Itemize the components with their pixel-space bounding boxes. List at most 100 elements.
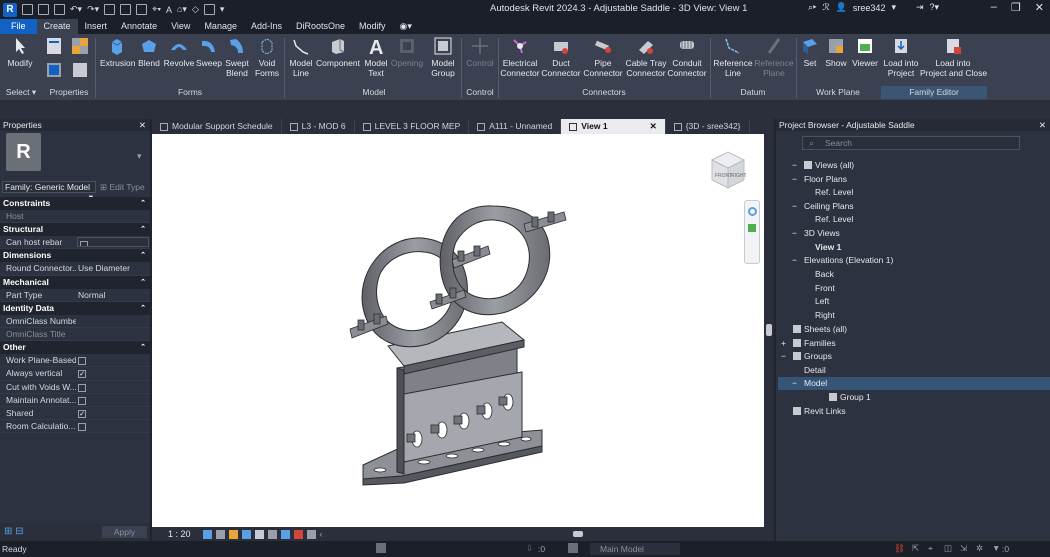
view-tab[interactable]: {3D - sree342}	[666, 119, 750, 134]
visibility-icon[interactable]: ◇	[192, 4, 199, 15]
connect-icon[interactable]: ℛ	[823, 2, 830, 13]
checkbox[interactable]	[78, 396, 86, 405]
property-section[interactable]: Dimensions ⌃	[0, 249, 150, 263]
property-value[interactable]: Normal	[78, 290, 105, 300]
property-row[interactable]: Maintain Annotat...	[0, 394, 150, 407]
property-row[interactable]: Host	[0, 210, 150, 224]
checkbox[interactable]	[78, 357, 86, 366]
filter-icon[interactable]: ▼	[992, 543, 1000, 553]
design-options-icon[interactable]: ⇩	[526, 543, 533, 554]
view-scale[interactable]: 1 : 20	[168, 529, 191, 539]
background-process-icon[interactable]: ✲	[976, 543, 983, 554]
browser-tree-item[interactable]: Left	[815, 295, 829, 308]
close-icon[interactable]: ✕	[1039, 119, 1046, 131]
close-icon[interactable]: ✕	[139, 119, 146, 131]
shadows-icon[interactable]	[241, 529, 251, 539]
face-select-icon[interactable]: ◫	[944, 543, 952, 554]
sun-path-icon[interactable]	[228, 529, 238, 539]
search-icon[interactable]: ⌕▸	[808, 2, 817, 13]
swept-blend-button[interactable]: Swept Blend	[223, 36, 251, 78]
browser-tree-item[interactable]: Ref. Level	[815, 213, 853, 226]
expand-icon[interactable]: +	[781, 337, 786, 350]
collapse-icon[interactable]: −	[781, 350, 786, 363]
conduit-connector-button[interactable]: Conduit Connector	[667, 36, 707, 78]
worksharing-icon[interactable]	[376, 543, 386, 553]
collapse-icon[interactable]: −	[792, 173, 797, 186]
pinned-select-icon[interactable]: ⌖	[928, 543, 933, 554]
browser-tree-item[interactable]: Elevations (Elevation 1)	[804, 254, 893, 267]
property-row[interactable]: Room Calculatio...	[0, 420, 150, 434]
browser-tree-item[interactable]: Groups	[793, 350, 832, 363]
browser-tree-item[interactable]: Revit Links	[793, 405, 846, 418]
type-selector-image[interactable]: R	[6, 133, 41, 171]
maximize-icon[interactable]: ❐	[1011, 1, 1021, 14]
horizontal-scroll-thumb[interactable]	[572, 531, 583, 537]
redo-icon[interactable]: ↷▾	[87, 4, 99, 15]
switch-window-icon[interactable]	[203, 4, 215, 15]
collapse-icon[interactable]: −	[792, 377, 797, 390]
tab-file[interactable]: File	[0, 19, 37, 34]
underlay-select-icon[interactable]: ⇱	[912, 543, 919, 554]
view-tab[interactable]: View 1 ✕	[561, 119, 666, 134]
duct-connector-button[interactable]: Duct Connector	[541, 36, 581, 78]
tag-icon[interactable]: ⌖▾	[152, 4, 161, 15]
align-icon[interactable]	[136, 4, 148, 15]
tab-annotate[interactable]: Annotate	[114, 19, 164, 34]
cart-icon[interactable]: ⇥	[916, 2, 924, 13]
customize-icon[interactable]: ▾	[220, 4, 225, 15]
user-dropdown-icon[interactable]: ▾	[891, 2, 896, 13]
property-section[interactable]: Structural ⌃	[0, 223, 150, 237]
browser-tree-item[interactable]: Views (all)	[804, 159, 854, 172]
home-icon[interactable]: ⌂▾	[177, 4, 187, 15]
browser-tree-item[interactable]: Ref. Level	[815, 186, 853, 199]
property-row[interactable]: Always vertical ✓	[0, 367, 150, 381]
browser-tree-item[interactable]: Model	[804, 377, 827, 390]
family-types-button[interactable]	[68, 36, 92, 58]
show-crop-icon[interactable]	[267, 529, 277, 539]
browser-tree-item[interactable]: Front	[815, 282, 835, 295]
temporary-hide-icon[interactable]	[280, 529, 290, 539]
browser-tree-item[interactable]: Floor Plans	[804, 173, 847, 186]
property-section[interactable]: Constraints ⌃	[0, 197, 150, 210]
view-tab[interactable]: Modular Support Schedule	[152, 119, 282, 134]
link-select-icon[interactable]: ⛓	[894, 543, 905, 554]
void-forms-button[interactable]: Void Forms	[253, 36, 281, 78]
revolve-button[interactable]: Revolve	[163, 36, 195, 68]
property-section[interactable]: Identity Data ⌃	[0, 301, 150, 315]
browser-tree-item[interactable]: Ceiling Plans	[804, 200, 854, 213]
load-into-project-and-close-button[interactable]: Load into Project and Close	[920, 36, 987, 78]
model-group-button[interactable]: Model Group	[427, 36, 459, 78]
collapse-icon[interactable]: −	[792, 159, 797, 172]
tab-create[interactable]: Create	[36, 19, 78, 34]
help-icon[interactable]: ?▾	[930, 2, 940, 13]
pipe-connector-button[interactable]: Pipe Connector	[583, 36, 623, 78]
property-row[interactable]: Shared ✓	[0, 407, 150, 421]
family-selector[interactable]: Family: Generic Model ▾	[2, 181, 96, 202]
close-icon[interactable]: ✕	[650, 119, 657, 134]
viewer-button[interactable]: Viewer	[850, 36, 880, 68]
vertical-scrollbar[interactable]	[764, 134, 774, 527]
reveal-hidden-icon[interactable]	[293, 529, 303, 539]
print-icon[interactable]	[104, 4, 116, 15]
collapse-icon[interactable]: ⌃	[140, 223, 146, 236]
crop-view-icon[interactable]	[254, 529, 264, 539]
set-button[interactable]: Set	[798, 36, 822, 68]
properties-small-button[interactable]	[44, 36, 64, 58]
visual-style-icon[interactable]	[215, 529, 225, 539]
property-value[interactable]: Use Diameter	[78, 263, 130, 273]
revit-logo[interactable]: R	[3, 2, 17, 17]
property-row[interactable]: Can host rebar	[0, 236, 150, 250]
checkbox-checked[interactable]: ✓	[78, 409, 86, 418]
open-icon[interactable]	[22, 4, 33, 15]
ribbon-toggle-icon[interactable]: ◉▾	[393, 19, 419, 34]
save-icon[interactable]	[38, 4, 49, 15]
tab-dirootsone[interactable]: DiRootsOne	[289, 19, 352, 34]
load-into-project-button[interactable]: Load into Project	[882, 36, 920, 78]
active-workset-dropdown[interactable]: Main Model	[590, 543, 680, 555]
browser-tree-item[interactable]: Families	[793, 337, 836, 350]
undo-icon[interactable]: ↶▾	[70, 4, 82, 15]
group-select[interactable]: Select ▾	[0, 86, 42, 99]
family-category-button[interactable]	[68, 60, 92, 82]
collapse-icon[interactable]: ⌃	[140, 341, 146, 354]
browser-tree-item[interactable]: Group 1	[829, 391, 871, 404]
